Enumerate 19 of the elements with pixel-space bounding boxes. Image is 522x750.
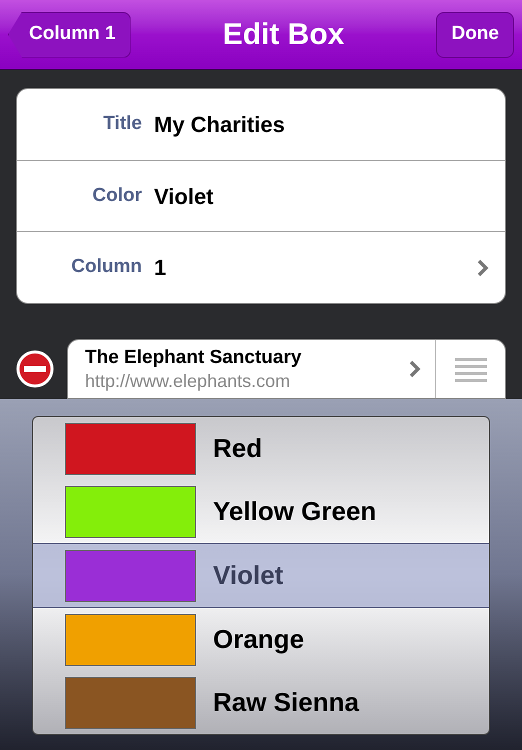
picker-option[interactable]: Orange bbox=[33, 608, 489, 671]
picker-option[interactable]: Violet bbox=[33, 543, 489, 608]
window-title: Edit Box bbox=[222, 17, 344, 53]
field-label: Title bbox=[102, 112, 142, 136]
picker-option[interactable]: Yellow Green bbox=[33, 480, 489, 543]
field-value[interactable]: 1 bbox=[154, 251, 477, 284]
charity-item[interactable]: The Elephant Sanctuary http://www.elephants.com bbox=[67, 339, 506, 399]
picker-option[interactable]: Raw Sienna bbox=[33, 671, 489, 734]
done-button[interactable]: Done bbox=[436, 12, 514, 58]
picker-option[interactable]: Red bbox=[33, 417, 489, 480]
field-value[interactable]: Violet bbox=[154, 180, 489, 212]
back-button[interactable]: Column 1 bbox=[8, 12, 131, 58]
field-label: Column bbox=[70, 255, 142, 280]
delete-icon[interactable] bbox=[16, 350, 54, 388]
field-value[interactable]: My Charities bbox=[154, 108, 489, 141]
item-title: The Elephant Sanctuary bbox=[85, 346, 302, 370]
item-url: http://www.elephants.com bbox=[85, 370, 292, 392]
field-label: Color bbox=[91, 184, 142, 208]
chevron-icon bbox=[409, 360, 421, 378]
